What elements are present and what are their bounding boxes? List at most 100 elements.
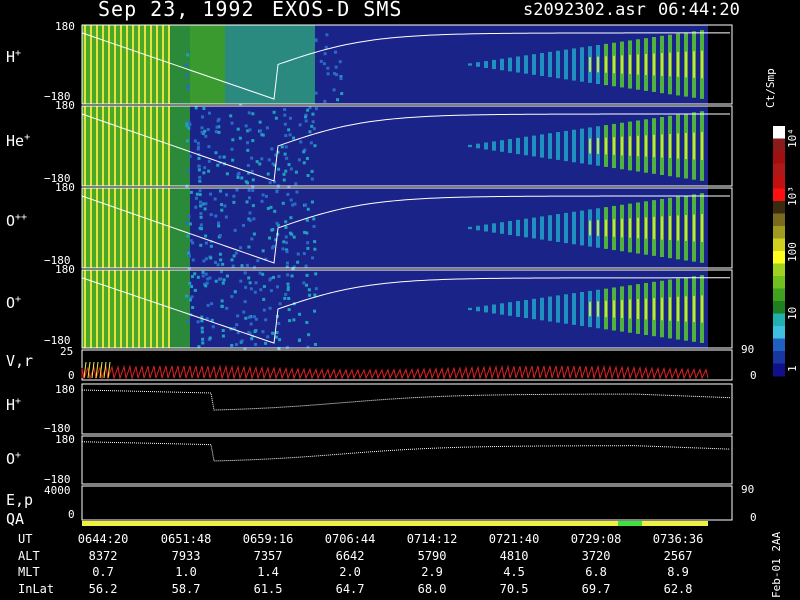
panel-label-ep: E,p bbox=[6, 491, 34, 509]
tick-vr-right-top: 90 bbox=[741, 343, 755, 356]
spectrogram-3 bbox=[81, 270, 730, 351]
plot-canvas bbox=[81, 24, 785, 526]
colorbar-swatch bbox=[773, 138, 785, 152]
tick-vr-bottom: 0 bbox=[68, 369, 75, 382]
colorbar-swatch bbox=[773, 151, 785, 164]
colorbar-swatch bbox=[773, 326, 785, 339]
tick-o-top: 180 bbox=[55, 263, 75, 276]
tick-o3-top: 180 bbox=[55, 433, 75, 446]
panel-label-he-plus: He+ bbox=[6, 132, 31, 150]
tick-vr-top: 25 bbox=[60, 345, 74, 358]
tick-ep-right-top: 90 bbox=[741, 483, 755, 496]
ephem-value: 68.0 bbox=[417, 581, 447, 596]
colorbar-unit: Ct/Smp bbox=[764, 68, 777, 108]
ephem-value: 8372 bbox=[88, 548, 118, 563]
colorbar-swatch bbox=[773, 238, 785, 252]
vr-trace bbox=[81, 364, 709, 380]
panel-frame-5 bbox=[81, 383, 733, 435]
panel-label-vr: V,r bbox=[6, 352, 34, 370]
ephem-value: 4810 bbox=[499, 548, 529, 563]
ephem-value: 7933 bbox=[171, 548, 201, 563]
ephem-label-ut: UT bbox=[18, 532, 33, 546]
tick-h-top: 180 bbox=[55, 20, 75, 33]
ephem-value: 2.9 bbox=[421, 565, 443, 579]
ephem-value: 0659:16 bbox=[242, 532, 294, 546]
ephem-value: 69.7 bbox=[581, 581, 611, 596]
ephem-value: 0721:40 bbox=[488, 532, 540, 546]
ephem-value: 58.7 bbox=[171, 581, 201, 596]
ephem-value: 2567 bbox=[663, 548, 693, 563]
panel-label-qa: QA bbox=[6, 510, 25, 528]
ephem-value: 64.7 bbox=[335, 581, 365, 596]
ephem-value: 0651:48 bbox=[160, 532, 212, 546]
colorbar-swatch bbox=[773, 188, 785, 202]
colorbar-swatch bbox=[773, 213, 785, 227]
footer-note: Feb-01 2AA bbox=[770, 531, 783, 598]
colorbar-label-1e4: 10⁴ bbox=[786, 128, 799, 148]
colorbar-swatch bbox=[773, 363, 785, 377]
tick-h2-top: 180 bbox=[55, 383, 75, 396]
spectrogram-1 bbox=[81, 106, 730, 189]
panel-label-o-lower: O+ bbox=[6, 450, 22, 468]
ephem-label-mlt: MLT bbox=[18, 565, 40, 579]
colorbar-swatch bbox=[773, 301, 785, 314]
colorbar-swatch bbox=[773, 263, 785, 277]
colorbar-swatch bbox=[773, 288, 785, 302]
ephem-value: 3720 bbox=[581, 548, 611, 563]
colorbar-swatch bbox=[773, 163, 785, 177]
panel-label-h-plus: H+ bbox=[6, 48, 22, 66]
spectrogram-0 bbox=[81, 25, 731, 106]
panel-frame-7 bbox=[81, 485, 733, 521]
colorbar-swatch bbox=[773, 126, 785, 139]
ephem-value: 6642 bbox=[335, 548, 365, 563]
tick-ep-right-bottom: 0 bbox=[750, 511, 757, 524]
ephem-value: 1.4 bbox=[257, 565, 279, 579]
spectrogram-2 bbox=[81, 188, 730, 270]
ephem-value: 0714:12 bbox=[406, 532, 458, 546]
ephem-value: 0.7 bbox=[92, 565, 114, 579]
qa-bar bbox=[82, 521, 708, 526]
ephem-value: 0736:36 bbox=[652, 532, 704, 546]
tick-ep-top: 4000 bbox=[44, 484, 71, 497]
colorbar-swatch bbox=[773, 338, 785, 352]
lower-trace-0 bbox=[81, 389, 731, 411]
colorbar-swatch bbox=[773, 176, 785, 189]
colorbar bbox=[773, 126, 785, 377]
panel-label-o-plus-plus: O++ bbox=[6, 212, 28, 230]
qa-bar-green bbox=[618, 521, 642, 526]
colorbar-swatch bbox=[773, 201, 785, 214]
panel-label-o-plus: O+ bbox=[6, 294, 22, 312]
colorbar-label-100: 100 bbox=[786, 242, 799, 262]
tick-vr-right-bottom: 0 bbox=[750, 369, 757, 382]
ephem-value: 62.8 bbox=[663, 581, 693, 596]
ephem-value: 1.0 bbox=[175, 565, 197, 579]
ephem-value: 8.9 bbox=[667, 565, 689, 579]
panel-label-h-lower: H+ bbox=[6, 396, 22, 414]
tick-o2-top: 180 bbox=[55, 181, 75, 194]
colorbar-label-1e3: 10³ bbox=[786, 186, 799, 206]
colorbar-swatch bbox=[773, 251, 785, 264]
ephem-value: 61.5 bbox=[253, 581, 283, 596]
ephem-value: 7357 bbox=[253, 548, 283, 563]
ephem-value: 6.8 bbox=[585, 565, 607, 579]
lower-trace-1 bbox=[81, 441, 731, 462]
tick-he-top: 180 bbox=[55, 99, 75, 112]
ephem-value: 2.0 bbox=[339, 565, 361, 579]
colorbar-swatch bbox=[773, 276, 785, 289]
colorbar-label-1: 1 bbox=[786, 365, 799, 372]
colorbar-swatch bbox=[773, 226, 785, 239]
colorbar-swatch bbox=[773, 351, 785, 364]
ephem-value: 0644:20 bbox=[77, 532, 129, 546]
tick-qa-bottom: 0 bbox=[68, 508, 75, 521]
ephem-value: 70.5 bbox=[499, 581, 529, 596]
sms-summary-plot: Sep 23, 1992 EXOS-D SMS s2092302.asr 06:… bbox=[0, 0, 800, 600]
ephem-value: 0706:44 bbox=[324, 532, 376, 546]
ephem-label-alt: ALT bbox=[18, 548, 40, 563]
ephem-label-inlat: InLat bbox=[18, 581, 55, 596]
ephem-value: 56.2 bbox=[88, 581, 118, 596]
colorbar-label-10: 10 bbox=[786, 306, 799, 320]
ephem-value: 5790 bbox=[417, 548, 447, 563]
ephem-value: 0729:08 bbox=[570, 532, 622, 546]
colorbar-swatch bbox=[773, 313, 785, 327]
ephem-value: 4.5 bbox=[503, 565, 525, 579]
